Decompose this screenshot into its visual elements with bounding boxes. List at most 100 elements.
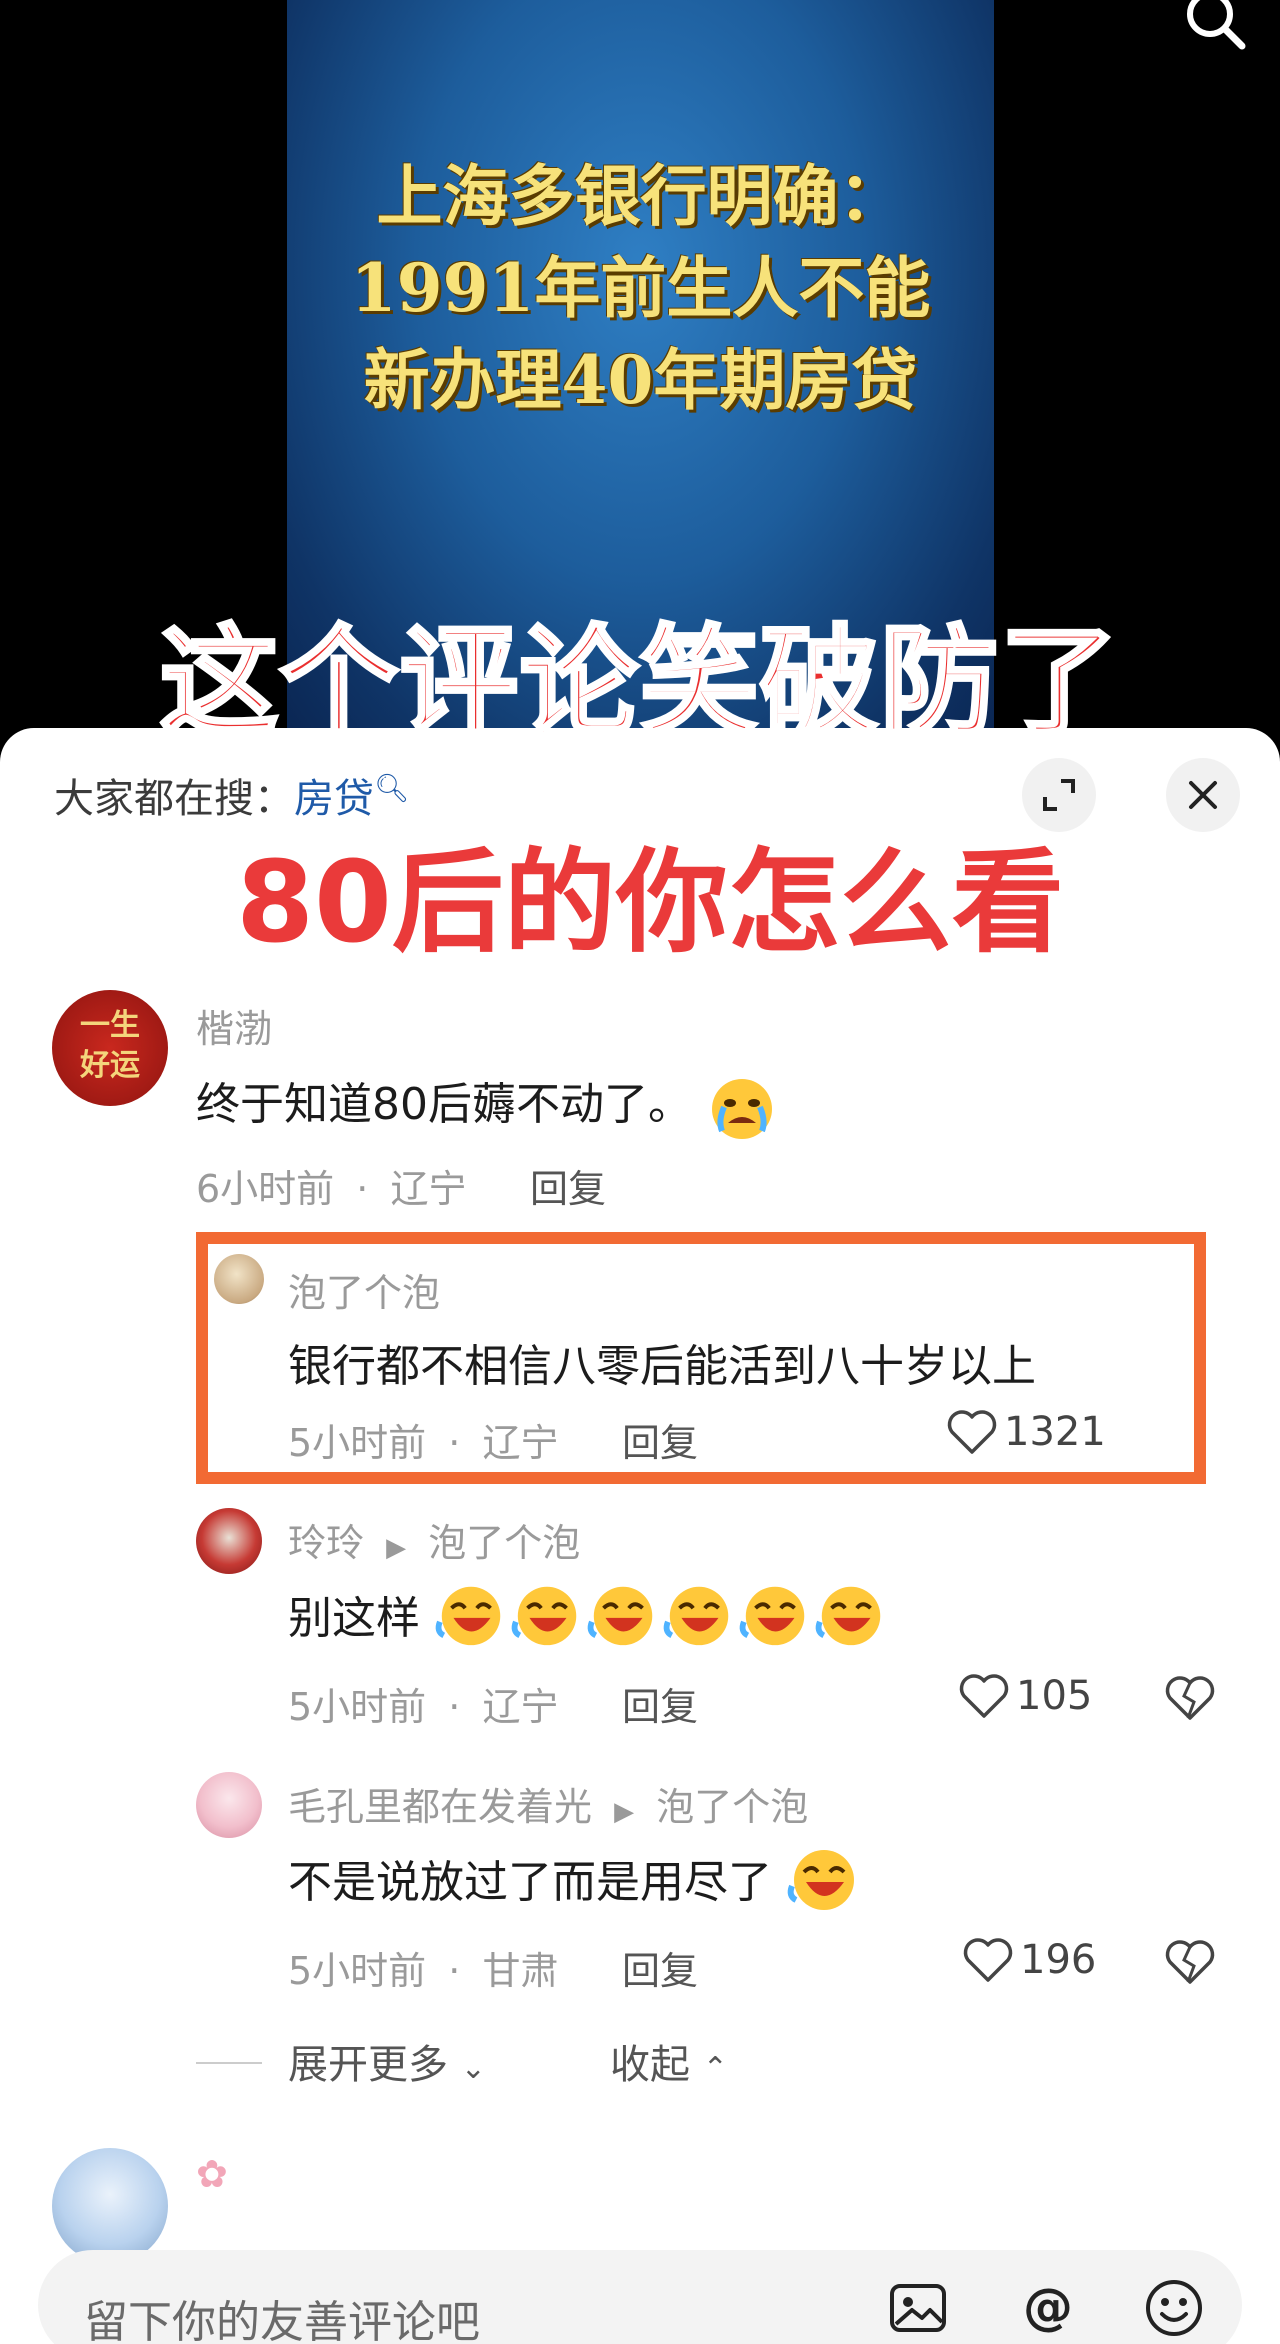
comment-time: 5小时前 bbox=[288, 1421, 427, 1465]
fullscreen-button[interactable] bbox=[1022, 758, 1096, 832]
comment-text-body: 不是说放过了而是用尽了 bbox=[288, 1857, 772, 1908]
comment-meta: 5小时前 · 辽宁 bbox=[288, 1412, 558, 1467]
meta-separator: · bbox=[448, 1421, 461, 1465]
flower-icon: ✿ bbox=[196, 2152, 228, 2196]
avatar[interactable] bbox=[214, 1254, 264, 1304]
comment-text-body: 别这样 bbox=[288, 1593, 420, 1644]
close-button[interactable] bbox=[1166, 758, 1240, 832]
overlay-caption-2: 80后的你怎么看 bbox=[236, 838, 1064, 968]
meta-separator: · bbox=[448, 1685, 461, 1729]
laughing-emoji-icon bbox=[815, 1586, 881, 1646]
comment-text-body: 终于知道80后薅不动了。 bbox=[196, 1079, 692, 1130]
collapse-label: 收起 bbox=[610, 2042, 690, 2088]
avatar[interactable] bbox=[196, 1508, 262, 1574]
reply-button[interactable]: 回复 bbox=[622, 1676, 698, 1731]
chevron-down-icon: ⌄ bbox=[460, 2051, 486, 2086]
svg-text:@: @ bbox=[1023, 2278, 1073, 2336]
comment-input[interactable]: 留下你的友善评论吧 @ bbox=[38, 2250, 1242, 2344]
reply-arrow-icon: ▶ bbox=[614, 1797, 635, 1827]
reply-button[interactable]: 回复 bbox=[622, 1412, 698, 1467]
expand-icon bbox=[1043, 779, 1075, 811]
comment-author-name: 玲玲 bbox=[288, 1521, 365, 1565]
at-sign-icon: @ bbox=[1023, 2278, 1073, 2336]
collapse-button[interactable]: 收起 ⌃ bbox=[610, 2032, 728, 2090]
comment-time: 5小时前 bbox=[288, 1949, 427, 1993]
comment-location: 辽宁 bbox=[390, 1167, 467, 1211]
comment-meta: 6小时前 · 辽宁 bbox=[196, 1158, 466, 1213]
video-title-line-2: 1991年前生人不能 bbox=[350, 249, 931, 327]
comment-text: 不是说放过了而是用尽了 bbox=[288, 1842, 864, 1914]
expand-more-button[interactable]: 展开更多 ⌄ bbox=[288, 2032, 486, 2090]
image-icon bbox=[890, 2284, 946, 2332]
reply-to-name: 泡了个泡 bbox=[656, 1785, 809, 1829]
like-button[interactable]: 105 bbox=[958, 1672, 1092, 1720]
search-button[interactable] bbox=[1180, 0, 1250, 60]
search-icon bbox=[1187, 0, 1246, 50]
dislike-button[interactable] bbox=[1164, 1674, 1216, 1726]
trending-keyword[interactable]: 房贷 bbox=[294, 776, 374, 822]
video-title-line-3: 新办理40年期房贷 bbox=[363, 341, 918, 419]
smiley-icon bbox=[1146, 2280, 1202, 2336]
heart-icon bbox=[959, 1674, 1009, 1718]
meta-separator: · bbox=[356, 1167, 369, 1211]
trending-label: 大家都在搜： bbox=[54, 776, 294, 822]
comment-input-placeholder: 留下你的友善评论吧 bbox=[84, 2297, 480, 2344]
comment-text: 银行都不相信八零后能活到八十岁以上 bbox=[288, 1341, 1036, 1392]
broken-heart-icon bbox=[1165, 1940, 1215, 1984]
comment-location: 辽宁 bbox=[482, 1685, 559, 1729]
comment-time: 6小时前 bbox=[196, 1167, 335, 1211]
heart-icon bbox=[947, 1410, 997, 1454]
comment-author[interactable]: 泡了个泡 bbox=[288, 1262, 440, 1317]
dislike-button[interactable] bbox=[1164, 1938, 1216, 1990]
comment-text: 终于知道80后薅不动了。 bbox=[196, 1068, 778, 1143]
avatar-text: 一生好运 bbox=[80, 1008, 140, 1083]
laughing-emoji-icon bbox=[739, 1586, 805, 1646]
comment-meta: 5小时前 · 辽宁 bbox=[288, 1676, 558, 1731]
comment-time: 5小时前 bbox=[288, 1685, 427, 1729]
comment-author[interactable]: 毛孔里都在发着光 ▶ 泡了个泡 bbox=[288, 1776, 808, 1831]
reply-button[interactable]: 回复 bbox=[530, 1158, 606, 1213]
comment-meta: 5小时前 · 甘肃 bbox=[288, 1940, 558, 1995]
comment-sheet: 大家都在搜：房贷🔍︎ bbox=[0, 728, 1280, 2344]
laughing-emoji-icon bbox=[787, 1850, 854, 1910]
expand-more-label: 展开更多 bbox=[288, 2042, 448, 2088]
chevron-up-icon: ⌃ bbox=[702, 2051, 728, 2086]
trending-search-icon: 🔍︎ bbox=[374, 771, 410, 805]
close-icon bbox=[1189, 781, 1217, 809]
like-count: 105 bbox=[1016, 1673, 1093, 1719]
video-title: 上海多银行明确： 1991年前生人不能 新办理40年期房贷 bbox=[287, 150, 994, 426]
overlay-caption-1: 这个评论笑破防了 bbox=[158, 611, 1120, 753]
avatar[interactable] bbox=[196, 1772, 262, 1838]
like-count: 196 bbox=[1020, 1937, 1097, 1983]
comment-author[interactable]: 楷渤 bbox=[196, 998, 272, 1053]
comment-author[interactable]: 玲玲 ▶ 泡了个泡 bbox=[288, 1512, 580, 1567]
thread-controls: 展开更多 ⌄ 收起 ⌃ bbox=[196, 2032, 1096, 2092]
laughing-emoji-icon bbox=[435, 1586, 501, 1646]
laughing-emoji-icon bbox=[587, 1586, 653, 1646]
comment-author-name: 毛孔里都在发着光 bbox=[288, 1785, 593, 1829]
reply-button[interactable]: 回复 bbox=[622, 1940, 698, 1995]
comment-location: 甘肃 bbox=[482, 1949, 559, 1993]
reply-to-name: 泡了个泡 bbox=[428, 1521, 581, 1565]
heart-icon bbox=[963, 1938, 1013, 1982]
like-count: 1321 bbox=[1004, 1409, 1106, 1455]
comment-text: 别这样 bbox=[288, 1578, 890, 1650]
mention-button[interactable]: @ bbox=[1016, 2276, 1080, 2340]
avatar[interactable] bbox=[52, 2148, 168, 2264]
divider bbox=[196, 2062, 262, 2064]
like-button[interactable]: 1321 bbox=[946, 1408, 1106, 1456]
avatar[interactable]: 一生好运 bbox=[52, 990, 168, 1106]
like-button[interactable]: 196 bbox=[962, 1936, 1096, 1984]
image-button[interactable] bbox=[886, 2276, 950, 2340]
laughing-emoji-row bbox=[434, 1586, 890, 1646]
crying-face-emoji-icon bbox=[712, 1079, 772, 1139]
video-title-line-1: 上海多银行明确： bbox=[376, 157, 905, 235]
comment-location: 辽宁 bbox=[482, 1421, 559, 1465]
trending-search[interactable]: 大家都在搜：房贷🔍︎ bbox=[54, 766, 410, 824]
laughing-emoji-icon bbox=[663, 1586, 729, 1646]
broken-heart-icon bbox=[1165, 1676, 1215, 1720]
meta-separator: · bbox=[448, 1949, 461, 1993]
laughing-emoji-icon bbox=[511, 1586, 577, 1646]
reply-arrow-icon: ▶ bbox=[386, 1533, 407, 1563]
emoji-button[interactable] bbox=[1142, 2276, 1206, 2340]
